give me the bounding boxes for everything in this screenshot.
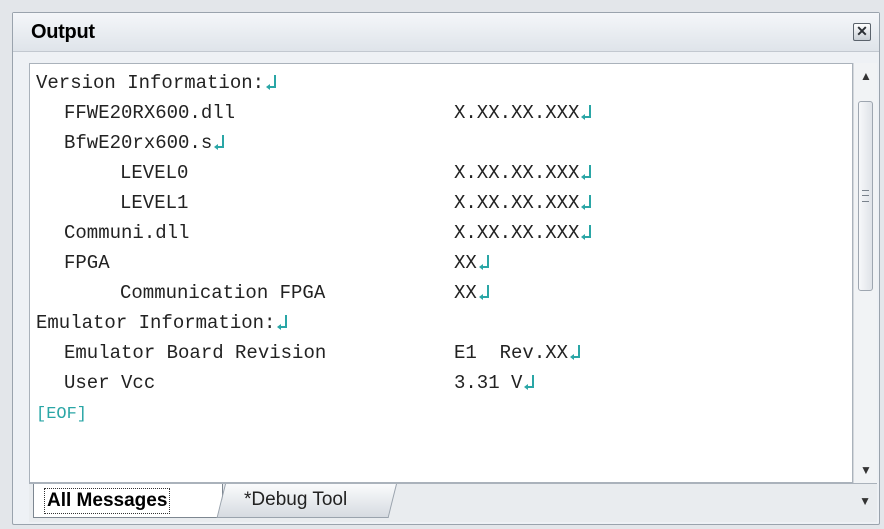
output-line: Emulator Information: xyxy=(36,308,852,338)
output-line-value: XX xyxy=(454,248,490,278)
output-line-label-text: Emulator Information: xyxy=(36,312,276,334)
output-line-label: Communi.dll xyxy=(64,218,189,248)
tab-debug-tool[interactable]: *Debug Tool xyxy=(216,484,397,518)
output-line: FFWE20RX600.dll X.XX.XX.XXX xyxy=(36,98,852,128)
output-line-value-text: 3.31 V xyxy=(454,372,523,394)
output-line: BfwE20rx600.s xyxy=(36,128,852,158)
output-line-label: User Vcc xyxy=(64,368,155,398)
output-line-label: Communication FPGA xyxy=(120,278,325,308)
scrollbar-thumb[interactable] xyxy=(858,101,873,291)
panel-title-bar: Output ✕ xyxy=(13,13,879,52)
carriage-return-icon xyxy=(580,194,592,210)
carriage-return-icon xyxy=(569,344,581,360)
output-line-label: BfwE20rx600.s xyxy=(64,128,225,158)
carriage-return-icon xyxy=(523,374,535,390)
carriage-return-icon xyxy=(265,74,277,90)
output-line-value-text: X.XX.XX.XXX xyxy=(454,102,580,124)
output-line-value-text: X.XX.XX.XXX xyxy=(454,192,580,214)
tab-all-messages-label: All Messages xyxy=(44,488,171,514)
output-line: LEVEL1 X.XX.XX.XXX xyxy=(36,188,852,218)
output-line: User Vcc 3.31 V xyxy=(36,368,852,398)
carriage-return-icon xyxy=(580,104,592,120)
output-line-value: X.XX.XX.XXX xyxy=(454,188,592,218)
carriage-return-icon xyxy=(478,284,490,300)
scrollbar-grip-icon xyxy=(862,190,869,202)
output-line-value: X.XX.XX.XXX xyxy=(454,98,592,128)
output-line: [EOF] xyxy=(36,398,852,428)
carriage-return-icon xyxy=(580,164,592,180)
output-line-label-text: BfwE20rx600.s xyxy=(64,132,213,154)
carriage-return-icon xyxy=(580,224,592,240)
output-panel: Output ✕ Version Information: FFWE20RX600… xyxy=(12,12,880,525)
panel-title: Output xyxy=(31,21,95,43)
eof-marker: [EOF] xyxy=(36,405,88,424)
output-lines: Version Information: FFWE20RX600.dll X.XX.… xyxy=(36,68,852,428)
carriage-return-icon xyxy=(276,314,288,330)
output-line: Communi.dll X.XX.XX.XXX xyxy=(36,218,852,248)
output-line: FPGA XX xyxy=(36,248,852,278)
output-line-label-text: Communication FPGA xyxy=(120,282,326,304)
output-line-value: X.XX.XX.XXX xyxy=(454,218,592,248)
output-text-area[interactable]: Version Information: FFWE20RX600.dll X.XX.… xyxy=(29,63,853,483)
output-line-value-text: XX xyxy=(454,282,477,304)
output-line-label-text: Communi.dll xyxy=(64,222,190,244)
carriage-return-icon xyxy=(213,134,225,150)
output-line-label-text: Version Information: xyxy=(36,72,265,94)
output-line-label: Emulator Board Revision xyxy=(64,338,326,368)
output-line-label-text: Emulator Board Revision xyxy=(64,342,327,364)
output-line-label: Version Information: xyxy=(36,68,277,98)
output-line-label-text: LEVEL0 xyxy=(120,162,189,184)
output-line: Communication FPGA XX xyxy=(36,278,852,308)
output-line-label-text: FPGA xyxy=(64,252,110,274)
close-icon[interactable]: ✕ xyxy=(853,23,871,41)
output-line-label: LEVEL1 xyxy=(120,188,188,218)
output-line-value: E1 Rev.XX xyxy=(454,338,581,368)
output-line-label: FFWE20RX600.dll xyxy=(64,98,235,128)
output-line-label: Emulator Information: xyxy=(36,308,288,338)
tab-list-dropdown-icon[interactable]: ▼ xyxy=(859,494,871,508)
output-line: LEVEL0 X.XX.XX.XXX xyxy=(36,158,852,188)
output-line-value: X.XX.XX.XXX xyxy=(454,158,592,188)
tab-debug-tool-label: *Debug Tool xyxy=(244,489,348,510)
output-line-label-text: User Vcc xyxy=(64,372,156,394)
output-line-label-text: LEVEL1 xyxy=(120,192,189,214)
output-line-label: FPGA xyxy=(64,248,110,278)
output-line-value-text: X.XX.XX.XXX xyxy=(454,222,580,244)
output-line-value-text: E1 Rev.XX xyxy=(454,342,569,364)
output-line-value-text: X.XX.XX.XXX xyxy=(454,162,580,184)
carriage-return-icon xyxy=(478,254,490,270)
output-line-label-text: FFWE20RX600.dll xyxy=(64,102,236,124)
output-line-value: 3.31 V xyxy=(454,368,535,398)
tab-bar: All Messages *Debug Tool ▼ xyxy=(29,483,877,522)
output-line-value: XX xyxy=(454,278,490,308)
scroll-down-icon[interactable]: ▼ xyxy=(854,457,878,483)
output-line-label: LEVEL0 xyxy=(120,158,188,188)
vertical-scrollbar[interactable]: ▲ ▼ xyxy=(853,63,877,483)
output-line-value-text: XX xyxy=(454,252,477,274)
tab-all-messages[interactable]: All Messages xyxy=(33,484,223,518)
scroll-up-icon[interactable]: ▲ xyxy=(854,63,878,89)
output-line: Version Information: xyxy=(36,68,852,98)
output-line: Emulator Board Revision E1 Rev.XX xyxy=(36,338,852,368)
